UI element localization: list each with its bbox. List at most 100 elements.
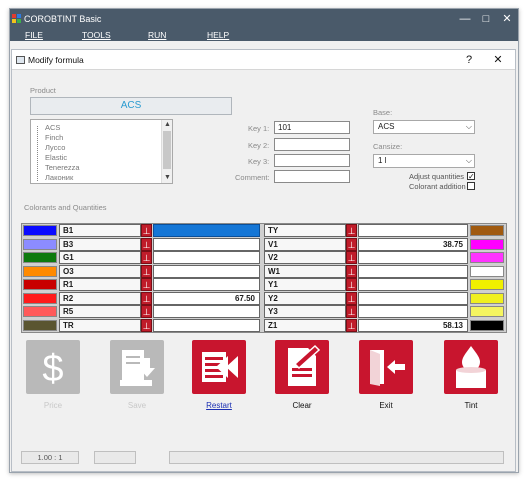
cansize-label: Cansize: bbox=[373, 142, 403, 151]
product-display: ACS bbox=[30, 97, 232, 115]
clear-button[interactable] bbox=[275, 340, 329, 394]
pin-icon[interactable]: ⊥ bbox=[141, 291, 152, 305]
colorant-swatch bbox=[470, 225, 504, 236]
pin-icon[interactable]: ⊥ bbox=[346, 264, 357, 278]
list-item[interactable]: Tenerezza bbox=[45, 163, 80, 173]
colorant-row: W1 ⊥ bbox=[264, 264, 506, 278]
restart-icon bbox=[192, 340, 246, 394]
pin-icon[interactable]: ⊥ bbox=[141, 318, 152, 332]
colorant-quantity-field[interactable]: 38.75 bbox=[358, 237, 468, 251]
product-list[interactable]: ACS Finch Лyссо Elastic Tenerezza Лакони… bbox=[30, 119, 173, 184]
scroll-thumb[interactable] bbox=[163, 131, 171, 169]
key1-field[interactable]: 101 bbox=[274, 121, 350, 134]
key3-field[interactable] bbox=[274, 154, 350, 167]
list-item[interactable]: Лyссо bbox=[45, 143, 65, 153]
pin-icon[interactable]: ⊥ bbox=[141, 278, 152, 291]
colorant-quantity-field[interactable] bbox=[358, 291, 468, 305]
menu-file[interactable]: FILE bbox=[25, 30, 43, 40]
pin-icon[interactable]: ⊥ bbox=[141, 251, 152, 264]
pin-icon[interactable]: ⊥ bbox=[346, 291, 357, 305]
svg-text:$: $ bbox=[42, 348, 63, 390]
pin-icon[interactable]: ⊥ bbox=[346, 318, 357, 332]
zoom-status: 1.00 : 1 bbox=[21, 451, 79, 464]
tree-lines bbox=[37, 126, 45, 181]
colorant-quantity-field[interactable] bbox=[153, 278, 260, 291]
maximize-button[interactable]: □ bbox=[475, 11, 497, 27]
pin-icon[interactable]: ⊥ bbox=[141, 264, 152, 278]
colorant-row: R5 ⊥ bbox=[22, 305, 262, 318]
key2-field[interactable] bbox=[274, 138, 350, 151]
tint-button[interactable] bbox=[444, 340, 498, 394]
exit-label[interactable]: Exit bbox=[351, 401, 421, 410]
colorant-quantity-field[interactable] bbox=[358, 224, 468, 237]
pin-icon[interactable]: ⊥ bbox=[346, 278, 357, 291]
scroll-up-icon[interactable]: ▲ bbox=[162, 120, 172, 130]
colorant-row: O3 ⊥ bbox=[22, 264, 262, 278]
colorant-row: TR ⊥ bbox=[22, 318, 262, 332]
restart-label[interactable]: Restart bbox=[184, 401, 254, 410]
pin-icon[interactable]: ⊥ bbox=[141, 224, 152, 237]
colorant-swatch bbox=[470, 319, 504, 331]
colorant-row: Y2 ⊥ bbox=[264, 291, 506, 305]
colorant-quantity-field[interactable] bbox=[358, 278, 468, 291]
minimize-button[interactable]: — bbox=[454, 11, 476, 27]
menu-tools[interactable]: TOOLS bbox=[82, 30, 111, 40]
pin-icon[interactable]: ⊥ bbox=[141, 305, 152, 318]
colorant-quantity-field[interactable] bbox=[358, 251, 468, 264]
close-app-button[interactable]: ✕ bbox=[496, 11, 518, 27]
base-value: ACS bbox=[378, 122, 395, 131]
menu-run[interactable]: RUN bbox=[148, 30, 166, 40]
colorant-swatch bbox=[470, 279, 504, 290]
restart-button[interactable] bbox=[192, 340, 246, 394]
comment-field[interactable] bbox=[274, 170, 350, 183]
dialog-title: Modify formula bbox=[28, 55, 84, 65]
list-item[interactable]: Elastic bbox=[45, 153, 67, 163]
adjust-quantities-checkbox[interactable]: ✓ bbox=[467, 172, 475, 181]
colorant-quantity-field[interactable] bbox=[153, 237, 260, 251]
colorant-code: TY bbox=[264, 224, 346, 237]
colorant-quantity-field[interactable]: 58.13 bbox=[358, 318, 468, 332]
colorant-quantity-field[interactable] bbox=[358, 264, 468, 278]
pin-icon[interactable]: ⊥ bbox=[346, 224, 357, 237]
colorant-row: Y3 ⊥ bbox=[264, 305, 506, 318]
app-window: COROBTINT Basic — □ ✕ FILE TOOLS RUN HEL… bbox=[9, 8, 519, 473]
list-item[interactable]: Finch bbox=[45, 133, 63, 143]
colorant-row: Y1 ⊥ bbox=[264, 278, 506, 291]
pin-icon[interactable]: ⊥ bbox=[346, 237, 357, 251]
cansize-select[interactable]: 1 l ⌵ bbox=[373, 154, 475, 168]
colorant-quantity-field[interactable] bbox=[153, 264, 260, 278]
tint-label[interactable]: Tint bbox=[436, 401, 506, 410]
cansize-value: 1 l bbox=[378, 156, 387, 165]
list-item[interactable]: Лаконик bbox=[45, 173, 73, 183]
scroll-down-icon[interactable]: ▼ bbox=[162, 173, 172, 183]
colorant-quantity-field[interactable] bbox=[358, 305, 468, 318]
menu-help[interactable]: HELP bbox=[207, 30, 229, 40]
app-logo-icon bbox=[12, 14, 21, 23]
colorant-quantity-field[interactable]: 67.50 bbox=[153, 291, 260, 305]
menu-bar: FILE TOOLS RUN HELP bbox=[10, 29, 518, 41]
colorant-quantity-field[interactable] bbox=[153, 224, 260, 237]
status-field-3 bbox=[169, 451, 504, 464]
pin-icon[interactable]: ⊥ bbox=[346, 251, 357, 264]
pin-icon[interactable]: ⊥ bbox=[346, 305, 357, 318]
base-select[interactable]: ACS ⌵ bbox=[373, 120, 475, 134]
tint-can-icon bbox=[444, 340, 498, 394]
colorant-code: B3 bbox=[59, 237, 141, 251]
comment-label: Comment: bbox=[235, 173, 270, 182]
colorant-quantity-field[interactable] bbox=[153, 318, 260, 332]
help-button[interactable]: ? bbox=[459, 52, 479, 68]
list-scrollbar[interactable]: ▲ ▼ bbox=[161, 120, 172, 183]
list-item[interactable]: ACS bbox=[45, 123, 60, 133]
colorant-quantity-field[interactable] bbox=[153, 305, 260, 318]
dialog-close-button[interactable]: ✕ bbox=[488, 52, 508, 68]
exit-button[interactable] bbox=[359, 340, 413, 394]
pin-icon[interactable]: ⊥ bbox=[141, 237, 152, 251]
colorant-swatch bbox=[23, 319, 57, 331]
colorant-quantity-field[interactable] bbox=[153, 251, 260, 264]
colorant-code: R1 bbox=[59, 278, 141, 291]
chevron-down-icon: ⌵ bbox=[465, 156, 472, 165]
clear-icon bbox=[275, 340, 329, 394]
colorant-addition-checkbox[interactable] bbox=[467, 182, 475, 190]
modify-formula-dialog: Modify formula ? ✕ Product ACS ACS Finch… bbox=[11, 49, 516, 472]
clear-label[interactable]: Clear bbox=[267, 401, 337, 410]
